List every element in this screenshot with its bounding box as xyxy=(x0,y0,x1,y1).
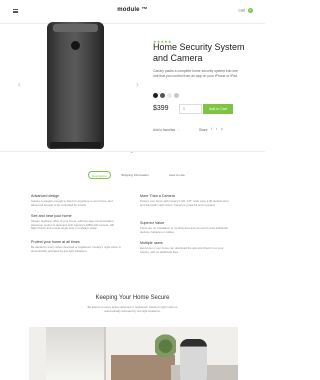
feature-multiple-users: Multiple users Everyone in your home can… xyxy=(140,241,230,254)
feature-text: Stream real-time video of your home, wit… xyxy=(31,219,115,230)
share-label: Share xyxy=(199,128,208,132)
feature-text: There are no installation or monthly fee… xyxy=(140,226,228,234)
product-image xyxy=(47,22,104,149)
feature-title: More Than a Camera xyxy=(140,194,175,198)
swatch-white[interactable] xyxy=(167,93,172,98)
feature-list: Advanced design Canary is elegant enough… xyxy=(31,194,234,274)
feature-more-than-camera: More Than a Camera Protect your home wit… xyxy=(140,194,230,207)
camera-lens xyxy=(70,40,81,51)
site-logo[interactable]: module ™ xyxy=(0,7,265,13)
scene-plant xyxy=(155,333,176,357)
camera-top xyxy=(53,24,98,32)
camera-base xyxy=(50,142,101,148)
chevron-left-icon[interactable]: ‹ xyxy=(18,80,21,89)
product-tabs: Description Shipping Information How to … xyxy=(88,171,196,179)
cart-count-badge: 0 xyxy=(248,8,253,13)
tab-how-to-use[interactable]: How to Use xyxy=(159,171,195,179)
product-price: $399 xyxy=(153,105,169,112)
tab-shipping-information[interactable]: Shipping Information xyxy=(117,171,153,179)
product-title: Home Security System and Camera xyxy=(153,42,245,63)
scene-person xyxy=(180,339,207,380)
product-description: Canary packs a complete home security sy… xyxy=(153,69,239,78)
color-swatches xyxy=(153,93,179,98)
swatch-black[interactable] xyxy=(153,93,158,98)
section-title: Keeping Your Home Secure xyxy=(95,295,170,301)
camera-device xyxy=(47,22,104,149)
feature-protect-home: Protect your home at all times Be alerte… xyxy=(31,240,121,253)
feature-see-and-hear: See and hear your home Stream real-time … xyxy=(31,214,121,231)
share-icons: f t p xyxy=(211,127,223,131)
quantity-input[interactable]: 1 xyxy=(179,104,202,114)
feature-text: Canary is elegant enough to blend in any… xyxy=(31,199,113,207)
feature-title: See and hear your home xyxy=(31,214,72,218)
swatch-dark-gray[interactable] xyxy=(160,93,165,98)
scene-shelf xyxy=(111,355,175,380)
heart-icon[interactable]: ♡ xyxy=(177,128,180,132)
section-text: Be alerted to every action detected or r… xyxy=(87,305,178,313)
feature-advanced-design: Advanced design Canary is elegant enough… xyxy=(31,194,121,207)
facebook-icon[interactable]: f xyxy=(211,127,212,131)
top-navigation: module ™ Cart 0 xyxy=(0,0,265,24)
feature-title: Superior Value xyxy=(140,221,165,225)
feature-title: Multiple users xyxy=(140,241,163,245)
swatch-light-gray[interactable] xyxy=(174,93,179,98)
add-to-cart-button[interactable]: Add to Cart xyxy=(203,104,233,114)
lifestyle-image xyxy=(29,327,238,380)
pinterest-icon[interactable]: p xyxy=(221,127,223,131)
tab-description[interactable]: Description xyxy=(88,171,111,179)
feature-text: Be alerted to every action detected or r… xyxy=(31,245,121,253)
add-to-favorites-label: Add to favorites xyxy=(153,128,176,132)
feature-title: Protect your home at all times xyxy=(31,240,80,244)
twitter-icon[interactable]: t xyxy=(216,127,217,131)
feature-title: Advanced design xyxy=(31,194,60,198)
favorites-row[interactable]: Add to favorites ♡ xyxy=(153,128,243,132)
feature-superior-value: Superior Value There are no installation… xyxy=(140,221,230,234)
feature-text: Everyone in your home can download the a… xyxy=(140,246,224,254)
cart-label: Cart xyxy=(238,8,246,13)
cart-button[interactable]: Cart 0 xyxy=(238,8,253,13)
chevron-right-icon[interactable]: › xyxy=(136,80,139,89)
feature-text: Protect your home with Canary's HD, 147°… xyxy=(140,199,229,207)
scene-window xyxy=(46,327,106,380)
chevron-down-icon[interactable]: ⌄ xyxy=(130,149,133,154)
